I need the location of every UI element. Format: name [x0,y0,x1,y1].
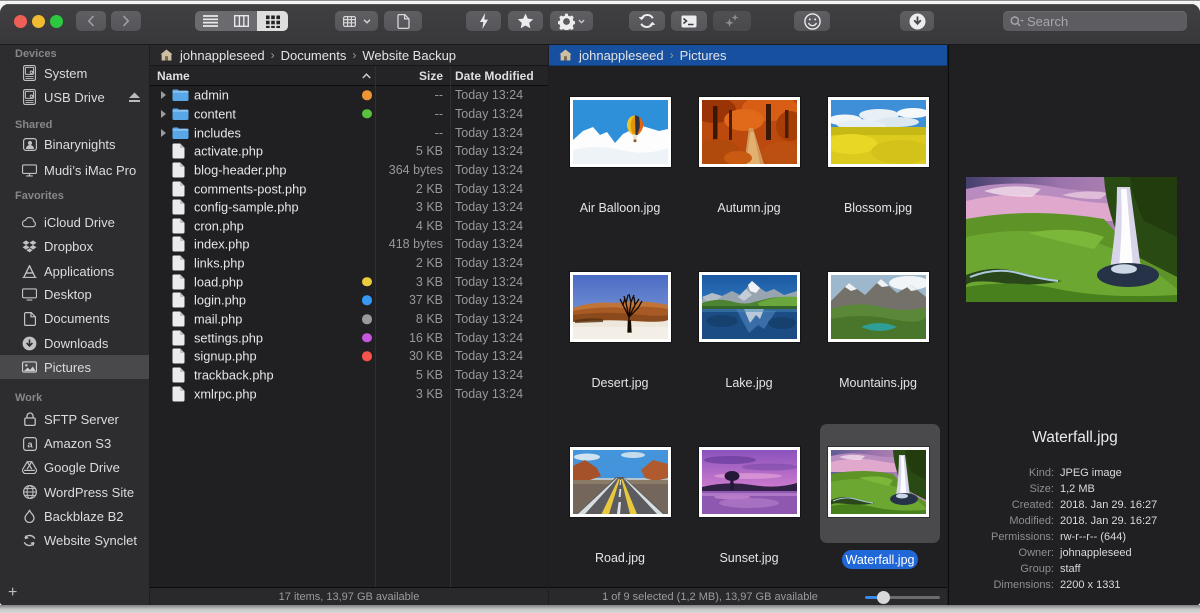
svg-text:a: a [27,439,33,450]
